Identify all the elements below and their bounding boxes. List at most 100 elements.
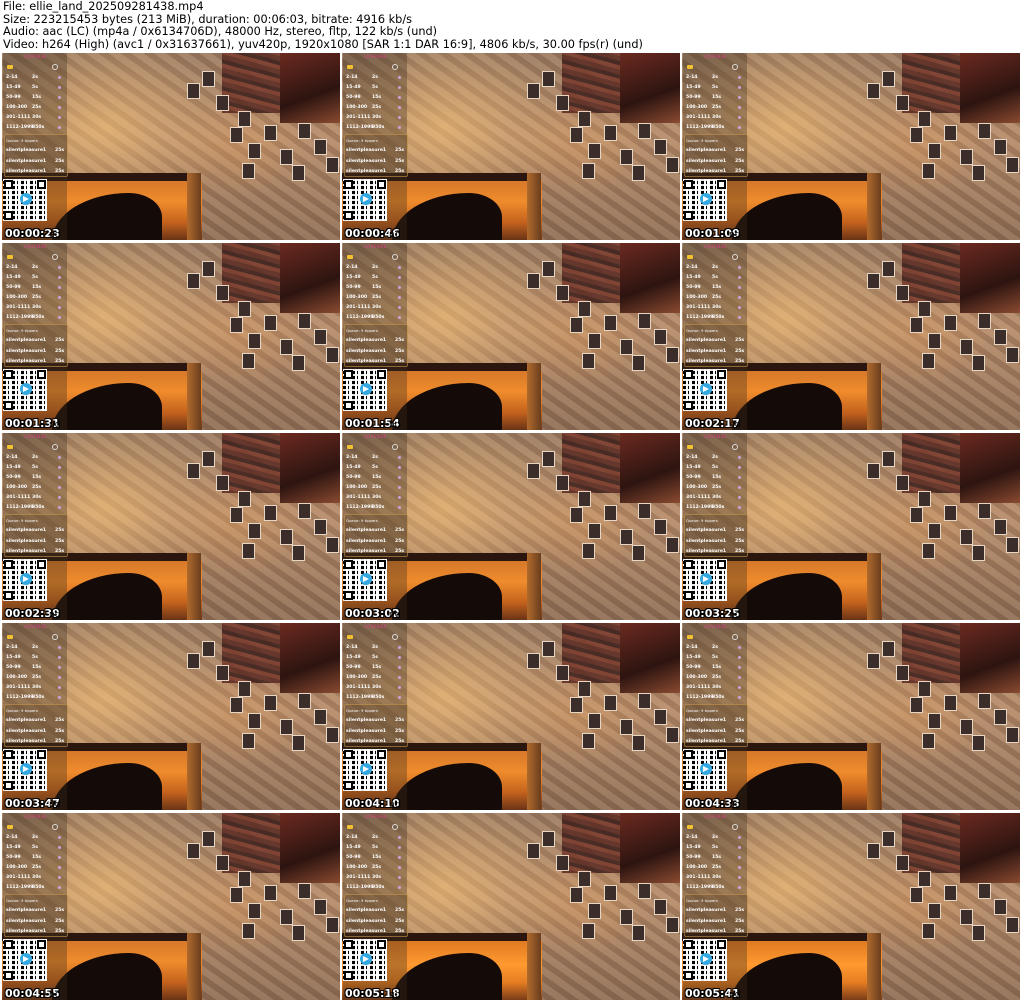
wall-card — [542, 261, 555, 277]
queue-row: silentpleasure1 25s — [686, 359, 744, 364]
video-thumbnail[interactable]: LOVENSE 2-14 2s 15-49 5s 50-99 15s 100-300 25s 30… — [682, 623, 1020, 810]
wall-poster — [960, 433, 1020, 503]
wall-card — [570, 127, 583, 143]
tip-level-row: 50-99 15s — [346, 855, 401, 860]
queue-duration: 25s — [395, 929, 405, 934]
bed-edge — [187, 173, 201, 240]
wall-card — [326, 537, 339, 553]
wall-card — [187, 463, 200, 479]
tip-duration: 15s — [712, 855, 722, 860]
level-dot-icon — [58, 116, 61, 119]
video-thumbnail[interactable]: LOVENSE 2-14 2s 15-49 5s 50-99 15s 100-300 25s 30… — [2, 623, 340, 810]
tip-level-row: 15-49 5s — [6, 85, 61, 90]
wall-poster — [280, 243, 340, 313]
video-thumbnail[interactable]: LOVENSE 2-14 2s 15-49 5s 50-99 15s 100-300 25s 30… — [682, 433, 1020, 620]
video-thumbnail[interactable]: LOVENSE 2-14 2s 15-49 5s 50-99 15s 100-300 25s 30… — [342, 813, 680, 1000]
queue-row: silentpleasure1 25s — [346, 929, 404, 934]
queue-user: silentpleasure1 — [6, 159, 47, 164]
brand-label: LOVENSE — [704, 435, 727, 440]
level-dot-icon — [398, 836, 401, 839]
queue-row: silentpleasure1 25s — [686, 929, 744, 934]
wall-card — [994, 139, 1007, 155]
tip-level-row: 50-99 15s — [346, 285, 401, 290]
video-thumbnail[interactable]: LOVENSE 2-14 2s 15-49 5s 50-99 15s 100-300 25s 30… — [342, 623, 680, 810]
clock-icon — [392, 824, 398, 830]
tip-duration: 15s — [712, 475, 722, 480]
tip-level-row: 1112-1999 350s — [346, 885, 401, 890]
video-thumbnail[interactable]: LOVENSE 2-14 2s 15-49 5s 50-99 15s 100-300 25s 30… — [682, 53, 1020, 240]
qr-finder — [4, 370, 13, 379]
queue-user: silentpleasure1 — [6, 929, 47, 934]
wall-card — [666, 917, 679, 933]
wall-card — [928, 713, 941, 729]
wall-card — [620, 529, 633, 545]
queue-user: silentpleasure1 — [346, 528, 387, 533]
queue-duration: 25s — [55, 718, 65, 723]
video-thumbnail[interactable]: LOVENSE 2-14 2s 15-49 5s 50-99 15s 100-300 25s 30… — [342, 433, 680, 620]
level-dot-icon — [398, 286, 401, 289]
brand-label: LOVENSE — [364, 435, 387, 440]
video-thumbnail[interactable]: LOVENSE 2-14 2s 15-49 5s 50-99 15s 100-300 25s 30… — [342, 53, 680, 240]
file-size-line: Size: 223215453 bytes (213 MiB), duratio… — [3, 12, 413, 26]
tip-range: 301-1111 — [686, 685, 711, 690]
queue-row: silentpleasure1 25s — [686, 539, 744, 544]
timestamp-suffix: nd — [729, 420, 741, 430]
wall-card — [238, 491, 251, 507]
qr-finder — [684, 591, 693, 600]
tip-range: 100-300 — [686, 295, 708, 300]
tip-level-row: 50-99 15s — [686, 665, 741, 670]
wall-card — [972, 355, 985, 371]
video-thumbnail[interactable]: LOVENSE 2-14 2s 15-49 5s 50-99 15s 100-300 25s 30… — [2, 243, 340, 430]
tip-level-row: 1112-1999 350s — [686, 125, 741, 130]
tip-range: 1112-1999 — [686, 885, 714, 890]
queue-user: silentpleasure1 — [6, 338, 47, 343]
video-thumbnail[interactable]: LOVENSE 2-14 2s 15-49 5s 50-99 15s 100-300 25s 30… — [2, 433, 340, 620]
video-thumbnail[interactable]: LOVENSE 2-14 2s 15-49 5s 50-99 15s 100-300 25s 30… — [2, 53, 340, 240]
tip-range: 2-14 — [346, 75, 358, 80]
tip-range: 15-49 — [686, 845, 701, 850]
tip-level-row: 1112-1999 350s — [346, 315, 401, 320]
level-dot-icon — [398, 856, 401, 859]
tip-level-row: 100-300 25s — [686, 865, 741, 870]
tip-level-row: 100-300 25s — [686, 675, 741, 680]
coin-icon — [7, 65, 13, 69]
tip-level-row: 301-1111 30s — [346, 115, 401, 120]
wall-card — [922, 163, 935, 179]
wall-card — [582, 163, 595, 179]
queue-row: silentpleasure1 25s — [6, 549, 64, 554]
tip-duration: 2s — [372, 265, 378, 270]
video-thumbnail[interactable]: LOVENSE 2-14 2s 15-49 5s 50-99 15s 100-300 25s 30… — [342, 243, 680, 430]
bed-edge — [187, 553, 201, 620]
clock-icon — [52, 634, 58, 640]
tip-duration: 30s — [32, 495, 42, 500]
queue-duration: 25s — [55, 549, 65, 554]
wall-card — [604, 505, 617, 521]
wall-card — [542, 641, 555, 657]
wall-card — [654, 519, 667, 535]
wall-card — [264, 125, 277, 141]
tip-level-row: 100-300 25s — [6, 675, 61, 680]
level-dot-icon — [398, 696, 401, 699]
qr-finder — [684, 971, 693, 980]
queue-title: Queue: 9 tippers — [686, 138, 718, 143]
wall-card — [242, 923, 255, 939]
brand-label: LOVENSE — [24, 245, 47, 250]
coin-icon — [7, 255, 13, 259]
queue-row: silentpleasure1 25s — [6, 539, 64, 544]
video-thumbnail[interactable]: LOVENSE 2-14 2s 15-49 5s 50-99 15s 100-300 25s 30… — [2, 813, 340, 1000]
queue-row: silentpleasure1 25s — [6, 729, 64, 734]
queue-title: Queue: 9 tippers — [686, 708, 718, 713]
wall-card — [918, 301, 931, 317]
video-thumbnail[interactable]: LOVENSE 2-14 2s 15-49 5s 50-99 15s 100-300 25s 30… — [682, 813, 1020, 1000]
timestamp-suffix: nd — [729, 610, 741, 620]
queue-duration: 25s — [735, 338, 745, 343]
qr-finder — [37, 560, 46, 569]
tip-range: 2-14 — [6, 75, 18, 80]
queue-user: silentpleasure1 — [6, 729, 47, 734]
wall-card — [578, 301, 591, 317]
video-thumbnail[interactable]: LOVENSE 2-14 2s 15-49 5s 50-99 15s 100-300 25s 30… — [682, 243, 1020, 430]
qr-finder — [344, 750, 353, 759]
tip-duration: 5s — [32, 465, 38, 470]
queue-duration: 25s — [735, 169, 745, 174]
wall-card — [666, 157, 679, 173]
